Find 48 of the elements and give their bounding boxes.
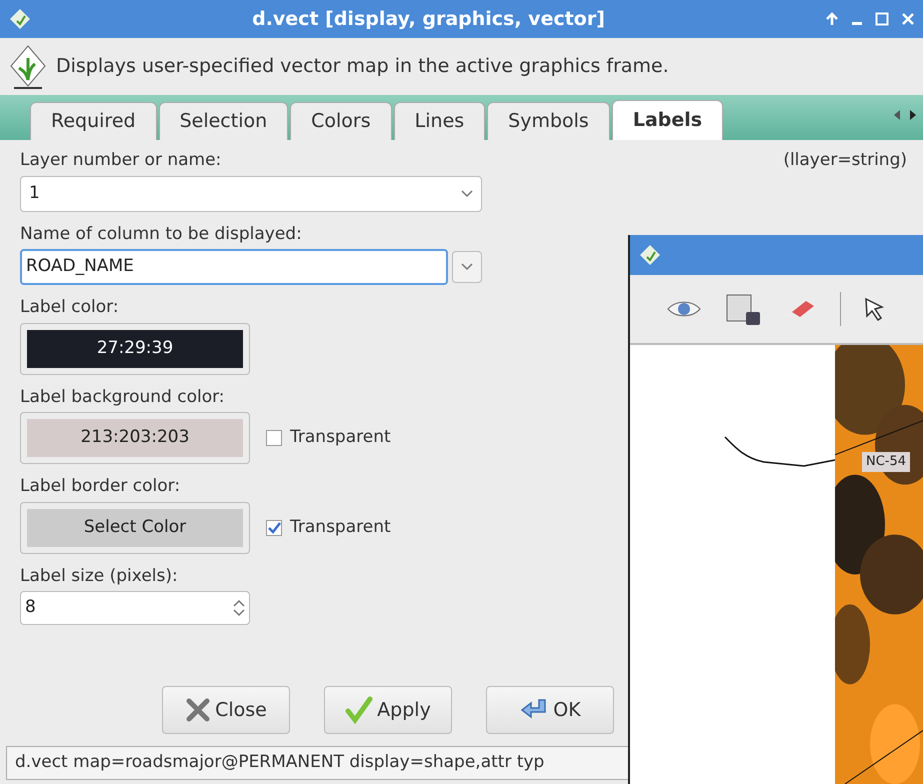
maximize-icon[interactable] [875, 12, 889, 26]
scroll-right-icon[interactable] [909, 109, 917, 121]
color-swatch: 27:29:39 [27, 330, 243, 368]
module-description: Displays user-specified vector map in the active graphics frame. [56, 54, 669, 80]
scroll-left-icon[interactable] [893, 109, 901, 121]
checkmark-icon [345, 696, 374, 724]
layer-combo[interactable]: 1 [20, 176, 482, 212]
field-label: Label color: [20, 296, 119, 319]
checkbox[interactable] [266, 520, 282, 536]
tab[interactable]: Labels [612, 100, 724, 140]
module-icon [8, 44, 48, 90]
app-icon [8, 7, 32, 31]
tab[interactable]: Selection [158, 102, 288, 140]
color-swatch: Select Color [27, 508, 243, 546]
tab[interactable]: Lines [394, 102, 486, 140]
color-button[interactable]: 27:29:39 [20, 322, 250, 374]
field-label: Label size (pixels): [20, 564, 178, 588]
dialog-button[interactable]: OK [486, 686, 614, 734]
field-label: Label background color: [20, 386, 225, 408]
field-label: Label border color: [20, 475, 180, 498]
tab[interactable]: Required [30, 102, 157, 140]
pin-up-icon[interactable] [825, 12, 839, 26]
road-label: NC-54 [862, 452, 910, 472]
checkbox[interactable] [266, 430, 282, 446]
checkbox-label: Transparent [290, 426, 391, 450]
color-button[interactable]: Select Color [20, 502, 250, 554]
chevron-down-icon [461, 190, 473, 198]
tab[interactable]: Symbols [487, 102, 610, 140]
dialog-button[interactable]: Close [162, 686, 290, 734]
pointer-icon[interactable] [863, 296, 887, 322]
field-label: Name of column to be displayed: [20, 222, 302, 246]
close-icon [185, 697, 212, 723]
window-title: d.vect [display, graphics, vector] [251, 6, 606, 32]
color-swatch: 213:203:203 [27, 419, 243, 457]
parameter-hint: (llayer=string) [783, 149, 907, 172]
dialog-button[interactable]: Apply [324, 686, 452, 734]
spin-down-icon[interactable] [233, 608, 245, 618]
dropdown-button[interactable] [452, 251, 482, 283]
field-label: Layer number or name: [20, 149, 222, 172]
app-icon [638, 243, 662, 267]
chevron-down-icon [461, 263, 473, 271]
spin-up-icon[interactable] [233, 598, 245, 608]
color-button[interactable]: 213:203:203 [20, 412, 250, 464]
tab[interactable]: Colors [290, 102, 392, 140]
checkbox-label: Transparent [290, 516, 391, 539]
close-icon[interactable] [901, 12, 915, 26]
size-spin-field[interactable]: 8 [20, 591, 250, 625]
column-input-field[interactable]: ROAD_NAME [20, 249, 448, 285]
